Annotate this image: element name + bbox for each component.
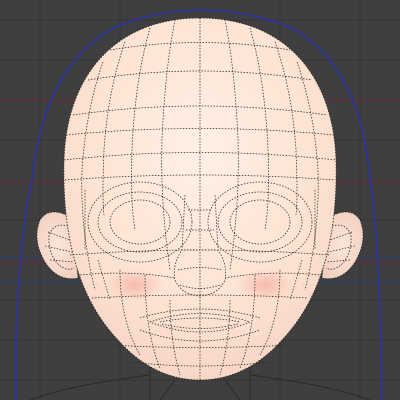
- viewport-canvas[interactable]: [0, 0, 400, 400]
- 3d-viewport[interactable]: [0, 0, 400, 400]
